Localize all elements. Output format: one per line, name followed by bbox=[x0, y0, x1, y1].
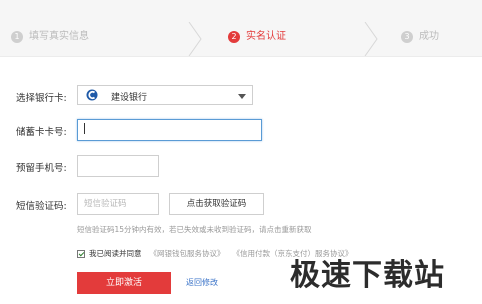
get-code-button[interactable]: 点击获取验证码 bbox=[169, 193, 264, 215]
card-number-input[interactable] bbox=[77, 119, 262, 141]
agree-checkbox[interactable] bbox=[77, 249, 85, 258]
sms-code-input[interactable] bbox=[77, 193, 159, 215]
step-label: 填写真实信息 bbox=[29, 31, 89, 42]
ccb-bank-logo-icon bbox=[86, 89, 98, 101]
back-edit-link[interactable]: 返回修改 bbox=[186, 277, 218, 288]
wallet-agreement-link[interactable]: 《网银钱包服务协议》 bbox=[150, 248, 225, 259]
step-real-name-auth: 2 实名认证 bbox=[228, 30, 286, 44]
step-number: 2 bbox=[228, 31, 240, 43]
watermark-text: 极速下载站 bbox=[290, 258, 445, 293]
phone-label: 预留手机号: bbox=[16, 163, 67, 174]
step-number: 1 bbox=[11, 31, 23, 43]
step-separator-icon bbox=[188, 22, 202, 56]
sms-code-label: 短信验证码: bbox=[16, 201, 67, 212]
step-success: 3 成功 bbox=[401, 30, 439, 44]
sms-hint-text: 短信验证码15分钟内有效，若已失效或未收到验证码，请点击重新获取 bbox=[77, 225, 312, 234]
step-label: 成功 bbox=[419, 31, 439, 42]
chevron-down-icon[interactable] bbox=[238, 94, 246, 99]
step-fill-info: 1 填写真实信息 bbox=[11, 30, 89, 44]
step-progress-bar: 1 填写真实信息 2 实名认证 3 成功 bbox=[0, 0, 482, 57]
step-number: 3 bbox=[401, 31, 413, 43]
activate-button[interactable]: 立即激活 bbox=[77, 272, 171, 294]
phone-input[interactable] bbox=[77, 155, 159, 177]
text-cursor bbox=[84, 123, 85, 134]
step-label: 实名认证 bbox=[246, 31, 286, 42]
bank-select[interactable]: 建设银行 bbox=[77, 85, 253, 105]
bank-select-value: 建设银行 bbox=[111, 93, 148, 103]
agree-text: 我已阅读并同意 bbox=[89, 249, 142, 258]
bank-card-label: 选择银行卡: bbox=[16, 93, 67, 104]
step-separator-icon bbox=[364, 22, 378, 56]
card-number-label: 储蓄卡卡号: bbox=[16, 127, 67, 138]
